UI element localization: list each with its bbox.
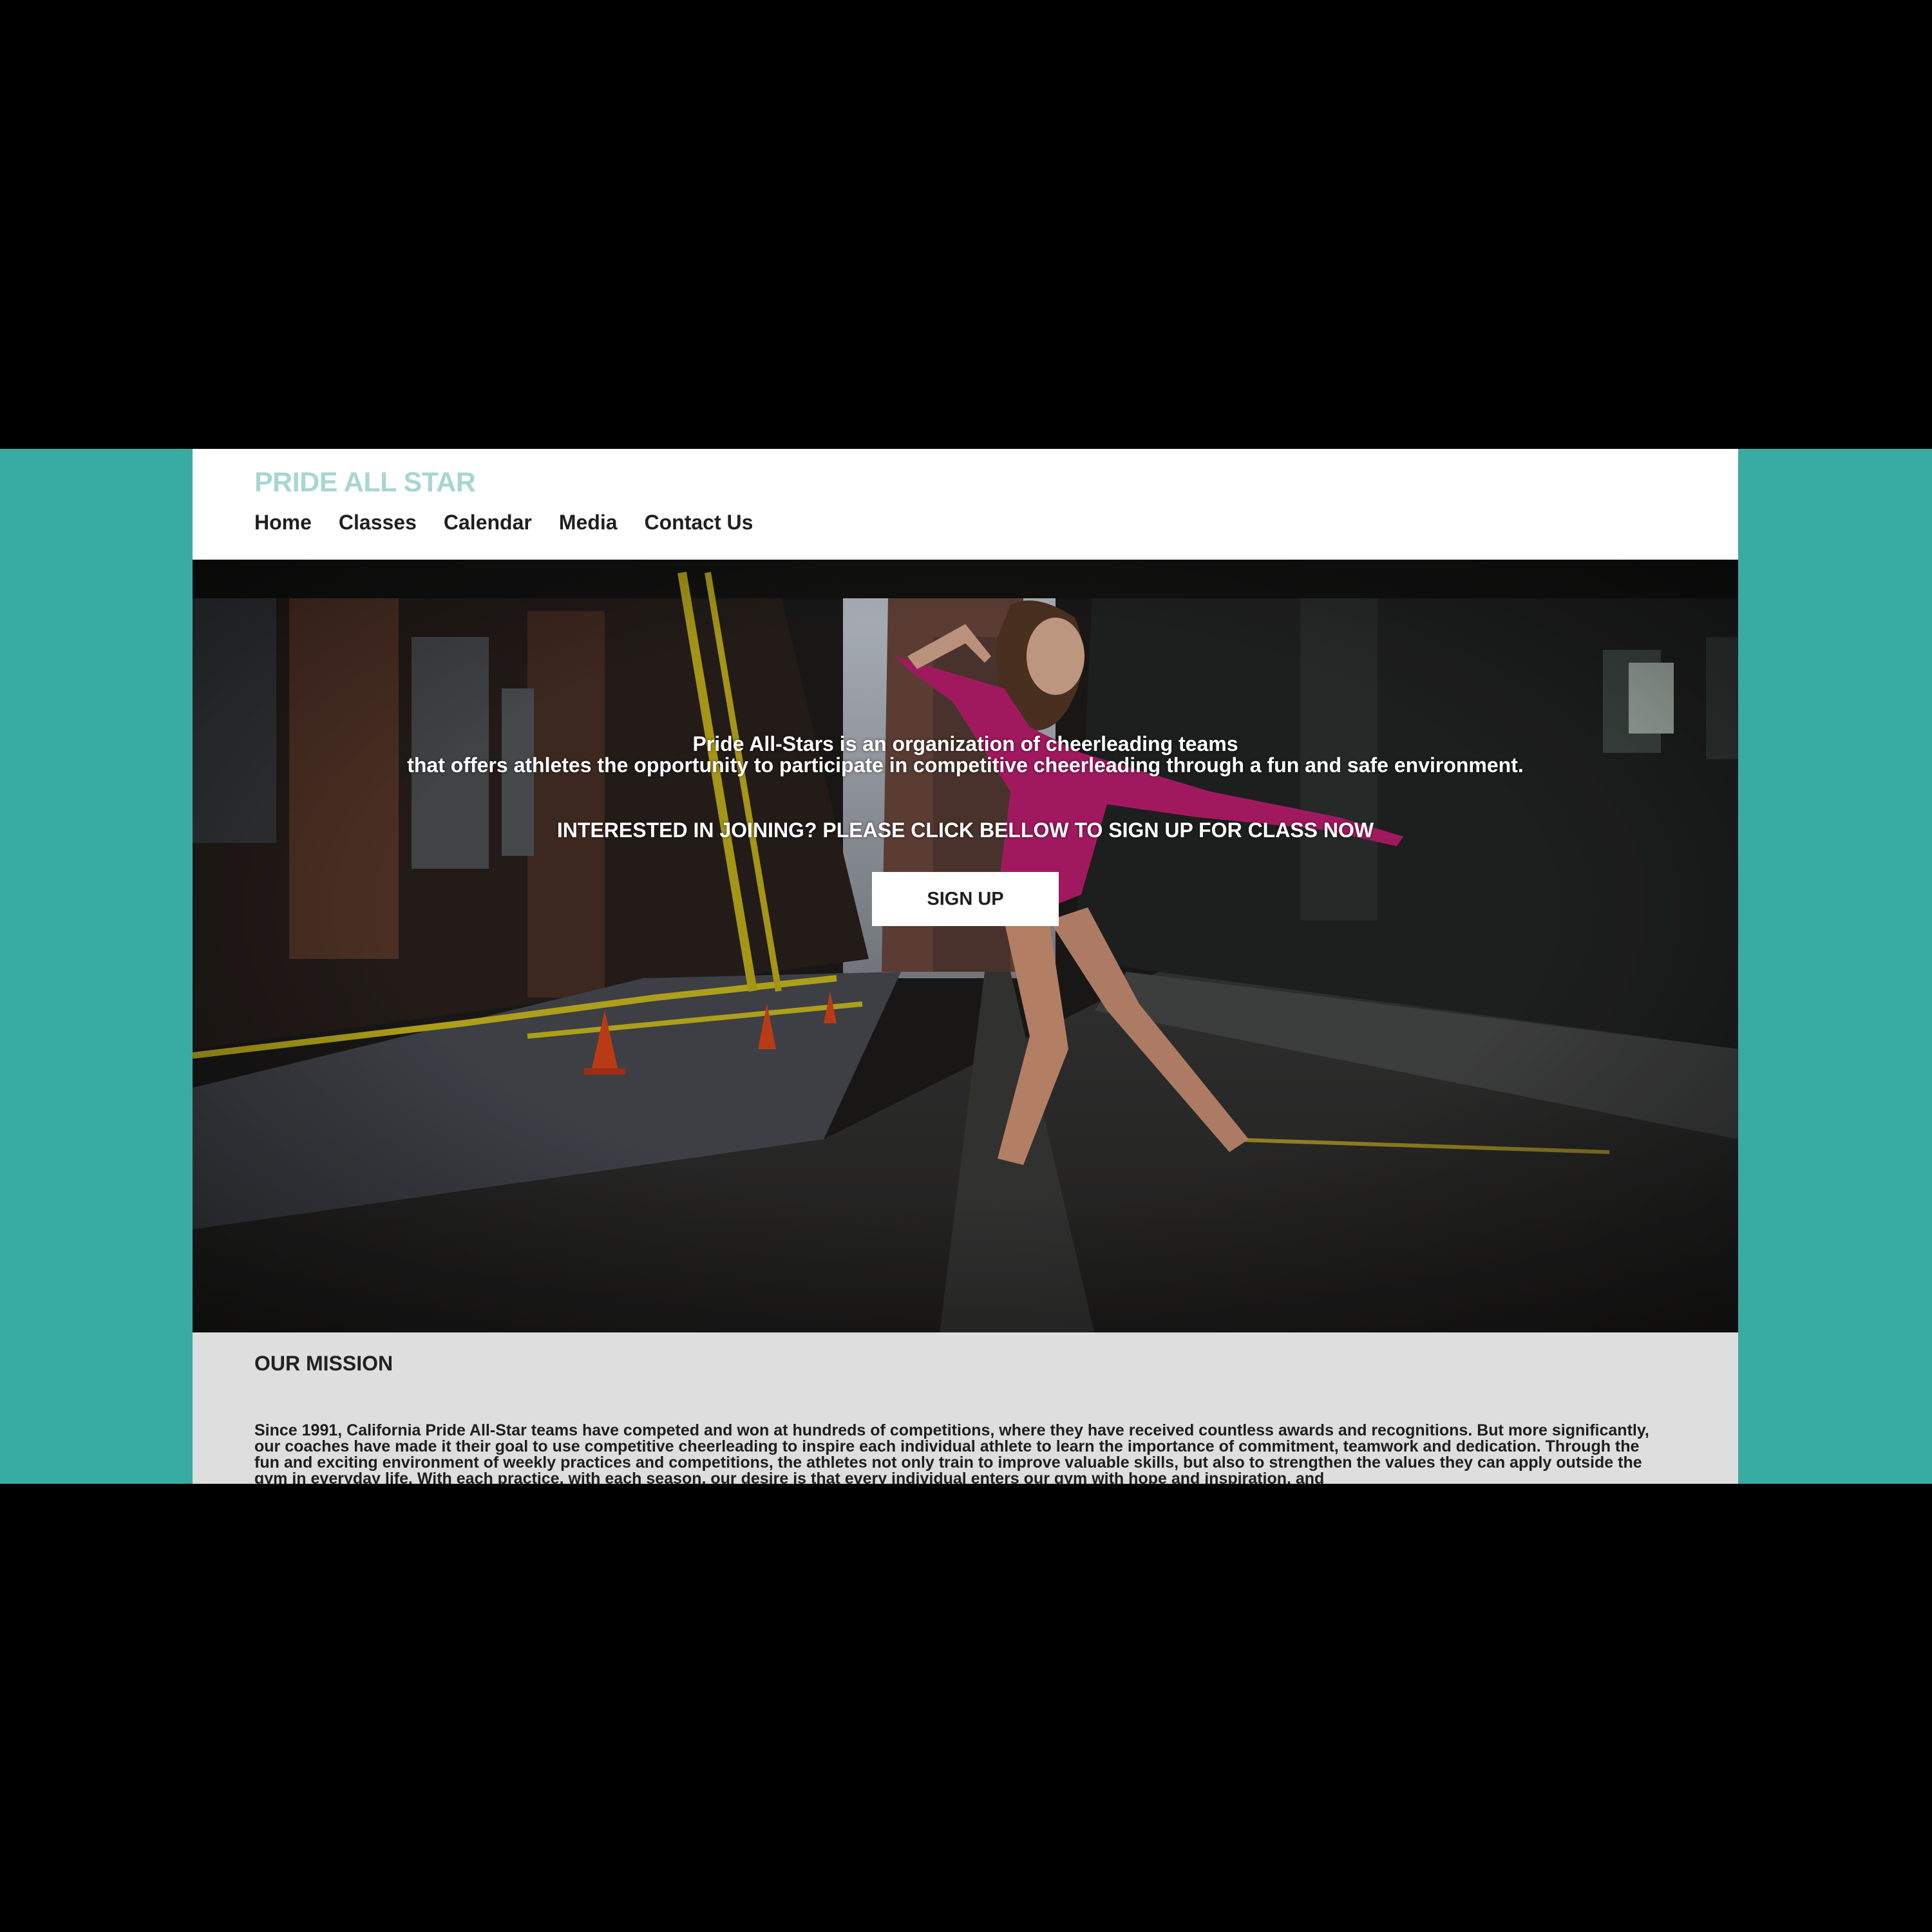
tagline-line-2: that offers athletes the opportunity to … [407,753,1524,777]
hero-tagline: Pride All-Stars is an organization of ch… [193,734,1738,776]
mission-body-text: Since 1991, California Pride All-Star te… [254,1421,1649,1484]
nav-calendar[interactable]: Calendar [444,511,532,535]
sign-up-button[interactable]: SIGN UP [872,872,1059,926]
main-nav: Home Classes Calendar Media Contact Us [254,511,753,535]
nav-media[interactable]: Media [559,511,618,535]
website: PRIDE ALL STAR Home Classes Calendar Med… [193,449,1738,1484]
mission-heading: OUR MISSION [254,1352,393,1375]
hero-background-image [193,560,1738,1332]
tagline-line-1: Pride All-Stars is an organization of ch… [692,732,1238,755]
browser-viewport: PRIDE ALL STAR Home Classes Calendar Med… [0,449,1932,1484]
nav-home[interactable]: Home [254,511,312,535]
signup-call-to-action: INTERESTED IN JOINING? PLEASE CLICK BELL… [556,819,1374,842]
hero-section: Pride All-Stars is an organization of ch… [193,560,1738,1332]
site-logo[interactable]: PRIDE ALL STAR [254,467,476,498]
nav-classes[interactable]: Classes [339,511,417,535]
site-header: PRIDE ALL STAR Home Classes Calendar Med… [193,449,1738,560]
mission-section: OUR MISSION Since 1991, California Pride… [193,1332,1738,1484]
nav-contact-us[interactable]: Contact Us [645,511,753,535]
